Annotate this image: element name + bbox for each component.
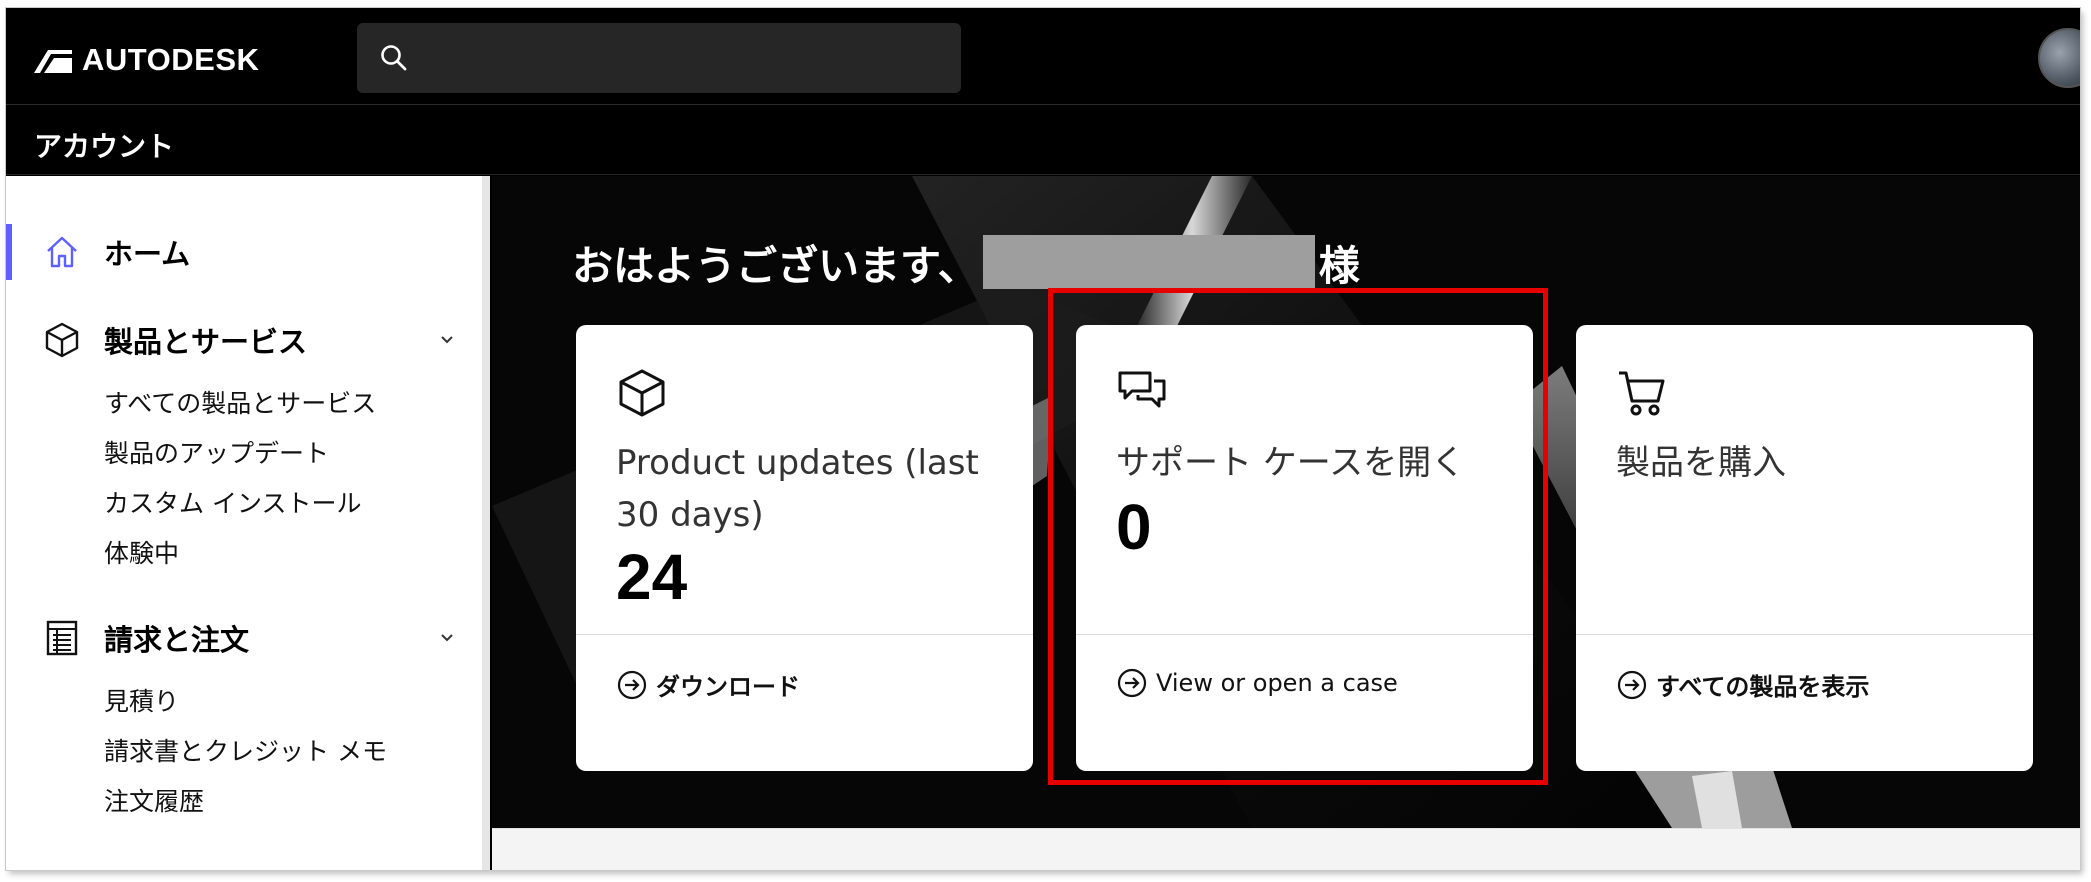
sidebar-item-billing[interactable]: 請求と注文 xyxy=(6,610,476,666)
autodesk-logo-icon xyxy=(34,49,72,73)
card-link-label: ダウンロード xyxy=(656,673,800,701)
greeting-suffix: 様 xyxy=(1318,242,1360,290)
card-title: 製品を購入 xyxy=(1616,443,1786,483)
sidebar-item-products[interactable]: 製品とサービス xyxy=(6,312,476,368)
card-divider xyxy=(576,634,1033,635)
chevron-down-icon[interactable] xyxy=(438,331,456,349)
card-count: 0 xyxy=(1116,491,1152,563)
redacted-username xyxy=(982,235,1315,289)
sidebar-item-label: ホーム xyxy=(104,237,191,271)
view-case-link[interactable]: View or open a case xyxy=(1116,667,1398,699)
home-icon xyxy=(47,236,77,268)
sidebar-item-label: 請求と注文 xyxy=(104,623,250,657)
autodesk-logo[interactable]: AUTODESK xyxy=(34,42,259,78)
sidebar-subitem[interactable]: すべての製品とサービス xyxy=(104,384,376,420)
receipt-icon xyxy=(46,620,78,656)
support-case-card[interactable]: サポート ケースを開く 0 View or open a case xyxy=(1076,325,1533,771)
sidebar: ホーム 製品とサービス すべての製品とサービス 製品のアップデート カスタム イ… xyxy=(6,176,490,870)
arrow-circle-icon xyxy=(1617,670,1647,699)
card-link-label: View or open a case xyxy=(1156,669,1398,697)
sidebar-subitem[interactable]: 製品のアップデート xyxy=(104,434,329,470)
cube-icon xyxy=(619,369,665,417)
search-box[interactable] xyxy=(357,23,961,93)
section-title: アカウント xyxy=(34,130,175,163)
chat-bubbles-icon xyxy=(1118,371,1166,408)
cube-icon xyxy=(45,322,79,358)
greeting-prefix: おはようございます、 xyxy=(572,242,979,290)
arrow-circle-icon xyxy=(1117,668,1147,698)
sidebar-item-home[interactable]: ホーム xyxy=(6,224,476,280)
sidebar-subitem[interactable]: 注文履歴 xyxy=(104,782,204,818)
download-link[interactable]: ダウンロード xyxy=(616,667,800,702)
chevron-down-icon[interactable] xyxy=(438,629,456,647)
view-all-products-link[interactable]: すべての製品を表示 xyxy=(1616,667,1869,702)
card-title: Product updates (last 30 days) xyxy=(616,443,979,535)
card-title: サポート ケースを開く xyxy=(1116,443,1466,483)
product-updates-card[interactable]: Product updates (last 30 days) 24 ダウンロード xyxy=(576,325,1033,771)
card-link-label: すべての製品を表示 xyxy=(1656,673,1870,701)
sidebar-subitem[interactable]: 体験中 xyxy=(104,534,179,570)
sidebar-subitem[interactable]: 請求書とクレジット メモ xyxy=(104,732,387,768)
sidebar-item-label: 製品とサービス xyxy=(104,325,308,359)
search-icon xyxy=(381,45,407,71)
account-header: アカウント xyxy=(6,105,2080,175)
arrow-circle-icon xyxy=(617,670,647,699)
card-divider xyxy=(1576,634,2033,635)
avatar[interactable] xyxy=(2038,28,2080,88)
search-input[interactable] xyxy=(427,23,947,93)
browser-frame: AUTODESK アカウント ホーム 製品とサービス すべての製品とサービス 製… xyxy=(6,8,2080,870)
greeting-heading: おはようございます、 様 xyxy=(572,232,1360,292)
sidebar-subitem[interactable]: カスタム インストール xyxy=(104,484,361,520)
top-navigation-bar: AUTODESK xyxy=(6,8,2080,105)
brand-name: AUTODESK xyxy=(82,42,260,77)
welcome-hero: おはようございます、 様 Product updates (last 30 da… xyxy=(492,176,2080,828)
card-divider xyxy=(1076,634,1533,635)
buy-products-card[interactable]: 製品を購入 すべての製品を表示 xyxy=(1576,325,2033,771)
content-area xyxy=(492,828,2080,870)
card-count: 24 xyxy=(616,541,688,613)
cart-icon xyxy=(1619,371,1665,416)
sidebar-subitem[interactable]: 見積り xyxy=(104,682,179,718)
sidebar-scroll-divider xyxy=(482,176,490,870)
